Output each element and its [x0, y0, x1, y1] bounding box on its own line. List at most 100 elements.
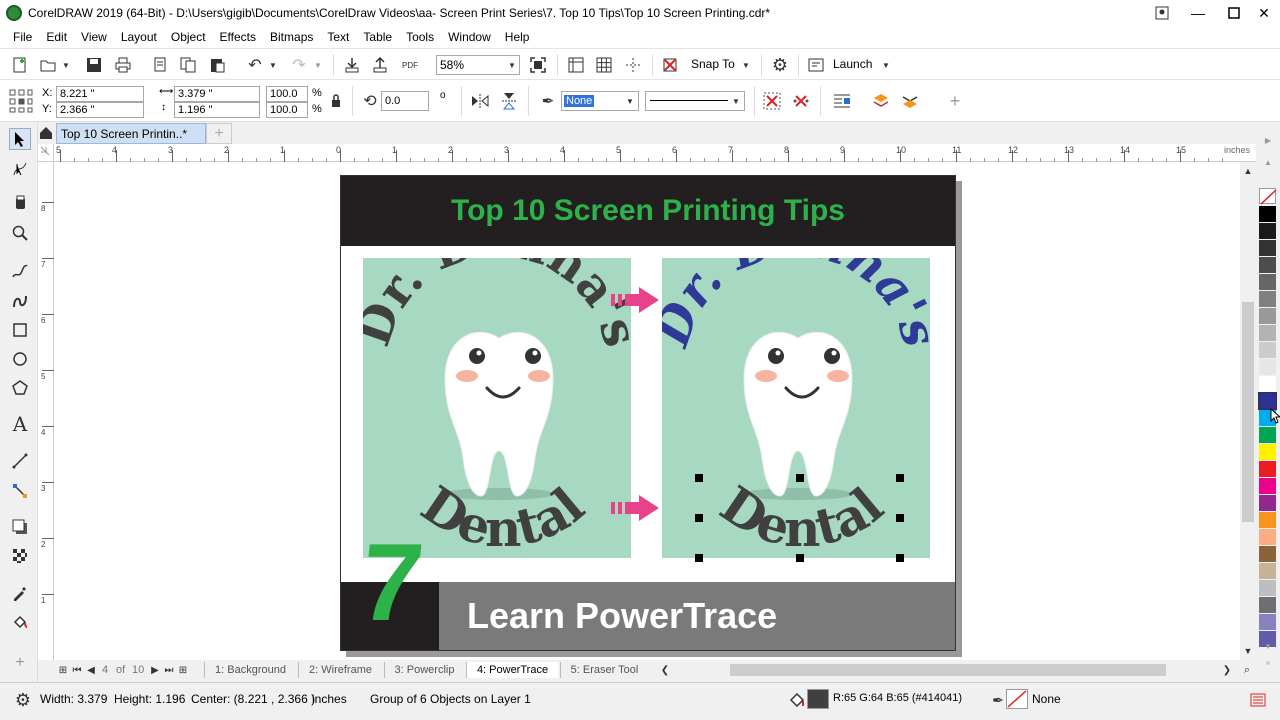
line-style-dropdown-icon[interactable]: ▼	[730, 93, 742, 109]
show-grid-icon[interactable]	[594, 55, 614, 75]
color-palette-toggle-icon[interactable]	[1248, 689, 1268, 711]
color-swatch[interactable]	[1259, 342, 1276, 358]
scroll-down-icon[interactable]: ▼	[1240, 644, 1256, 658]
export-icon[interactable]	[370, 55, 390, 75]
vertical-ruler[interactable]: 8 7 6 5 4 3 2 1	[38, 162, 54, 660]
launch-dropdown-icon[interactable]: ▼	[880, 57, 892, 73]
menu-object[interactable]: Object	[171, 30, 206, 44]
color-eyedropper-tool-icon[interactable]	[9, 582, 31, 604]
color-swatch[interactable]	[1259, 614, 1276, 630]
outline-pen-icon[interactable]: ✒	[538, 91, 558, 111]
interactive-fill-tool-icon[interactable]	[9, 611, 31, 633]
parallel-dimension-tool-icon[interactable]	[9, 450, 31, 472]
menu-file[interactable]: File	[13, 30, 32, 44]
new-tab-icon[interactable]: +	[206, 123, 232, 144]
scale-height-field[interactable]: 100.0	[266, 102, 308, 118]
ruler-origin[interactable]	[38, 144, 54, 162]
status-settings-gear-icon[interactable]: ⚙	[12, 689, 34, 711]
shape-tool-icon[interactable]	[9, 158, 31, 180]
menu-layout[interactable]: Layout	[121, 30, 157, 44]
outline-color-swatch[interactable]	[1006, 689, 1028, 709]
rectangle-tool-icon[interactable]	[9, 319, 31, 341]
next-page-icon[interactable]: ▶	[148, 662, 162, 678]
ellipse-tool-icon[interactable]	[9, 348, 31, 370]
last-page-icon[interactable]: ⏭	[162, 662, 176, 678]
to-back-icon[interactable]	[900, 91, 920, 111]
selection-handle-ml[interactable]	[695, 514, 703, 522]
add-property-icon[interactable]: +	[945, 91, 965, 111]
color-swatch[interactable]	[1259, 597, 1276, 613]
launch-icon[interactable]	[806, 55, 826, 75]
color-swatch[interactable]	[1259, 274, 1276, 290]
color-swatch[interactable]	[1259, 359, 1276, 375]
redo-icon[interactable]: ↷	[289, 55, 309, 75]
outline-pen-status-icon[interactable]: ✒	[990, 690, 1006, 710]
polygon-tool-icon[interactable]	[9, 377, 31, 399]
menu-effects[interactable]: Effects	[220, 30, 256, 44]
first-page-icon[interactable]: ⏮	[70, 662, 84, 678]
rotation-angle-field[interactable]: 0.0	[381, 91, 429, 111]
break-apart-icon[interactable]	[791, 91, 811, 111]
color-swatch[interactable]	[1259, 529, 1276, 545]
zoom-navigator-icon[interactable]: ⌕	[1240, 662, 1254, 678]
fill-color-swatch[interactable]	[807, 689, 829, 709]
launch-button[interactable]: Launch	[833, 57, 872, 71]
scale-width-field[interactable]: 100.0	[266, 86, 308, 102]
paste-icon[interactable]	[207, 55, 227, 75]
color-swatch[interactable]	[1259, 291, 1276, 307]
height-field[interactable]: 1.196 "	[174, 102, 260, 118]
zoom-tool-icon[interactable]	[9, 222, 31, 244]
add-page-after-icon[interactable]: ⊞	[176, 662, 190, 678]
color-swatch[interactable]	[1259, 376, 1276, 392]
color-swatch[interactable]	[1259, 461, 1276, 477]
full-screen-preview-icon[interactable]	[528, 55, 548, 75]
page-tab-powertrace[interactable]: 4: PowerTrace	[466, 662, 558, 678]
show-rulers-icon[interactable]	[566, 55, 586, 75]
selection-handle-bl[interactable]	[695, 554, 703, 562]
menu-tools[interactable]: Tools	[406, 30, 434, 44]
combine-icon[interactable]	[762, 91, 782, 111]
mirror-horizontal-icon[interactable]	[470, 91, 490, 111]
color-swatch[interactable]	[1259, 257, 1276, 273]
color-swatch[interactable]	[1259, 325, 1276, 341]
options-gear-icon[interactable]: ⚙	[769, 55, 791, 75]
page-tab-background[interactable]: 1: Background	[204, 662, 296, 678]
menu-edit[interactable]: Edit	[46, 30, 67, 44]
pick-tool-icon[interactable]	[9, 128, 31, 150]
page-tab-eraser-tool[interactable]: 5: Eraser Tool	[560, 662, 648, 678]
page-tab-powerclip[interactable]: 3: Powerclip	[384, 662, 464, 678]
scroll-left-icon[interactable]: ❮	[658, 662, 672, 678]
horizontal-scroll-thumb[interactable]	[730, 664, 1166, 676]
transparency-tool-icon[interactable]	[9, 545, 31, 567]
width-field[interactable]: 3.379 "	[174, 86, 260, 102]
drawing-canvas[interactable]: Top 10 Screen Printing Tips Dr. Donna's	[54, 162, 1240, 660]
add-page-before-icon[interactable]: ⊞	[56, 662, 70, 678]
crop-tool-icon[interactable]	[9, 192, 31, 214]
previous-page-icon[interactable]: ◀	[84, 662, 98, 678]
zoom-dropdown-icon[interactable]: ▼	[506, 57, 518, 73]
open-dropdown-icon[interactable]: ▼	[60, 55, 72, 75]
document-tab[interactable]: Top 10 Screen Printin..*	[56, 123, 206, 144]
color-swatch[interactable]	[1259, 427, 1276, 443]
vertical-scroll-thumb[interactable]	[1242, 302, 1254, 522]
color-swatch[interactable]	[1258, 392, 1277, 410]
palette-scroll-down-icon[interactable]: ▼	[1260, 640, 1276, 652]
color-swatch[interactable]	[1259, 495, 1276, 511]
import-icon[interactable]	[342, 55, 362, 75]
publish-pdf-icon[interactable]: PDF	[399, 55, 421, 75]
color-swatch[interactable]	[1259, 478, 1276, 494]
selection-handle-tr[interactable]	[896, 474, 904, 482]
palette-menu-icon[interactable]: ▶	[1260, 134, 1276, 146]
new-document-icon[interactable]	[10, 55, 30, 75]
snap-off-icon[interactable]	[660, 55, 680, 75]
connector-tool-icon[interactable]	[9, 480, 31, 502]
freehand-tool-icon[interactable]	[9, 260, 31, 282]
quick-customize-icon[interactable]: +	[9, 652, 31, 674]
color-swatch[interactable]	[1259, 546, 1276, 562]
text-tool-icon[interactable]: A	[9, 412, 31, 436]
color-swatch[interactable]	[1259, 223, 1276, 239]
welcome-home-icon[interactable]	[38, 124, 54, 142]
mirror-vertical-icon[interactable]	[499, 91, 519, 111]
page-tab-wireframe[interactable]: 2: Wireframe	[298, 662, 382, 678]
help-account-icon[interactable]	[1144, 0, 1180, 26]
